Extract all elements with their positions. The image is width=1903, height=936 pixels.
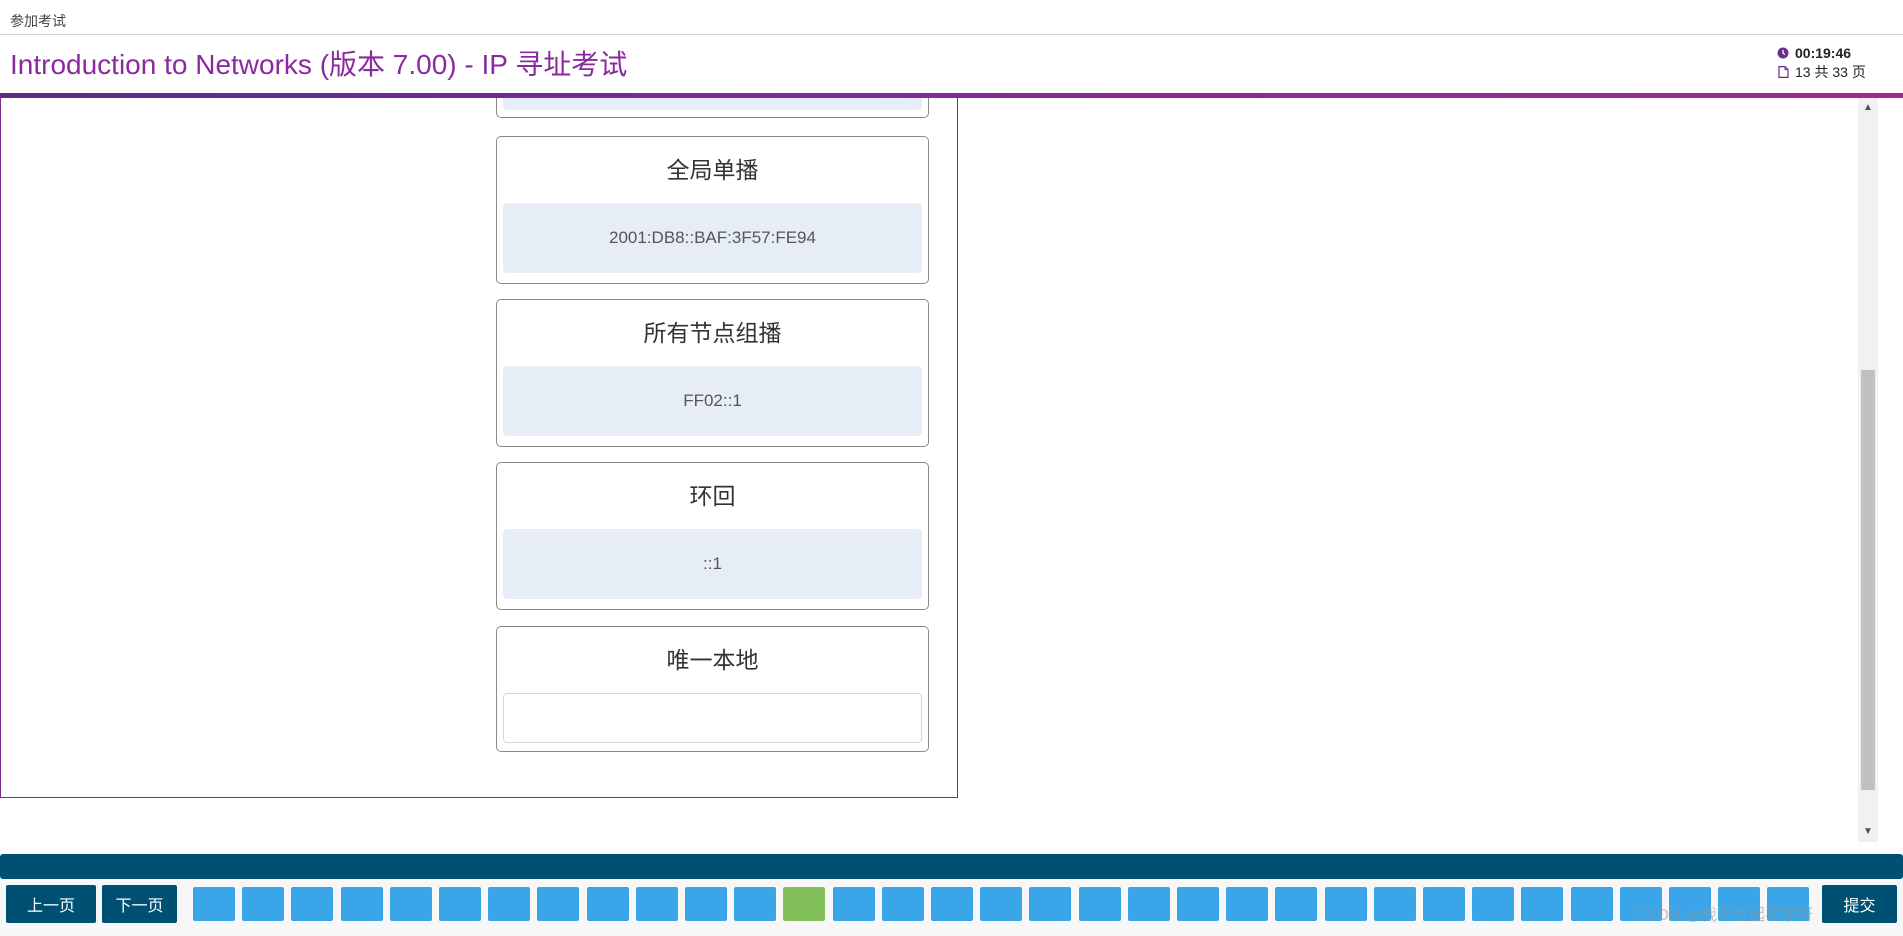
page-button[interactable] [1127,887,1170,921]
page-button[interactable] [783,887,826,921]
page-button[interactable] [734,887,777,921]
page-status: 13 共 33 页 [1795,63,1866,80]
page-button[interactable] [537,887,580,921]
exam-footer: 上一页 下一页 提交 CSDN @我不会起名字呀 [0,879,1903,936]
page-button[interactable] [832,887,875,921]
drop-card: 所有节点组播 FF02::1 [496,299,929,447]
page-button[interactable] [1029,887,1072,921]
page-button[interactable] [980,887,1023,921]
drop-card-partial [496,98,929,118]
page-button[interactable] [439,887,481,921]
page-button[interactable] [1226,887,1269,921]
drop-target-empty[interactable] [503,693,922,743]
page-button[interactable] [1177,887,1219,921]
page-button[interactable] [1521,887,1564,921]
page-button[interactable] [1472,887,1515,921]
page-button[interactable] [586,887,629,921]
page-button[interactable] [931,887,973,921]
card-title: 环回 [689,483,736,509]
page-button[interactable] [1078,887,1121,921]
drop-target[interactable]: FF02::1 [503,366,922,436]
page-button[interactable] [1423,887,1465,921]
drop-target[interactable]: ::1 [503,529,922,599]
drop-target-partial[interactable] [503,98,922,110]
page-button[interactable] [635,887,678,921]
page-button[interactable] [193,887,235,921]
page-button[interactable] [685,887,727,921]
page-button[interactable] [1570,887,1613,921]
nav-band [0,854,1903,879]
exam-meta: 00:19:46 13 共 33 页 [1775,43,1895,81]
page-button[interactable] [389,887,432,921]
exam-title: Introduction to Networks (版本 7.00) - IP … [10,49,628,80]
scroll-up-arrow-icon[interactable]: ▲ [1858,100,1878,116]
page-button[interactable] [1275,887,1318,921]
exam-label: 参加考试 [10,13,66,29]
card-title: 所有节点组播 [643,320,782,346]
page-button[interactable] [340,887,383,921]
page-button[interactable] [1373,887,1416,921]
card-title: 唯一本地 [666,647,759,673]
page-button[interactable] [1324,887,1367,921]
exam-header: Introduction to Networks (版本 7.00) - IP … [0,35,1903,93]
submit-button[interactable]: 提交 [1822,885,1897,923]
drop-card: 环回 ::1 [496,462,929,610]
vertical-scrollbar[interactable]: ▲ ▼ [1858,98,1878,842]
next-page-button[interactable]: 下一页 [102,885,177,923]
content-area: 全局单播 2001:DB8::BAF:3F57:FE94 所有节点组播 FF02… [0,98,1878,850]
exam-label-bar: 参加考试 [0,0,1903,35]
question-panel: 全局单播 2001:DB8::BAF:3F57:FE94 所有节点组播 FF02… [0,98,958,798]
drop-card: 唯一本地 [496,626,929,752]
timer: 00:19:46 [1795,44,1852,61]
page-button[interactable] [242,887,285,921]
page-button[interactable] [488,887,531,921]
drop-target[interactable]: 2001:DB8::BAF:3F57:FE94 [503,203,922,273]
card-title: 全局单播 [666,157,759,183]
page-icon [1775,65,1791,78]
clock-icon [1775,47,1791,59]
page-button[interactable] [881,887,924,921]
prev-page-button[interactable]: 上一页 [6,885,96,923]
drop-card: 全局单播 2001:DB8::BAF:3F57:FE94 [496,136,929,284]
scroll-thumb[interactable] [1861,370,1875,790]
page-button[interactable] [291,887,334,921]
watermark: CSDN @我不会起名字呀 [1634,907,1813,924]
scroll-down-arrow-icon[interactable]: ▼ [1858,824,1878,840]
